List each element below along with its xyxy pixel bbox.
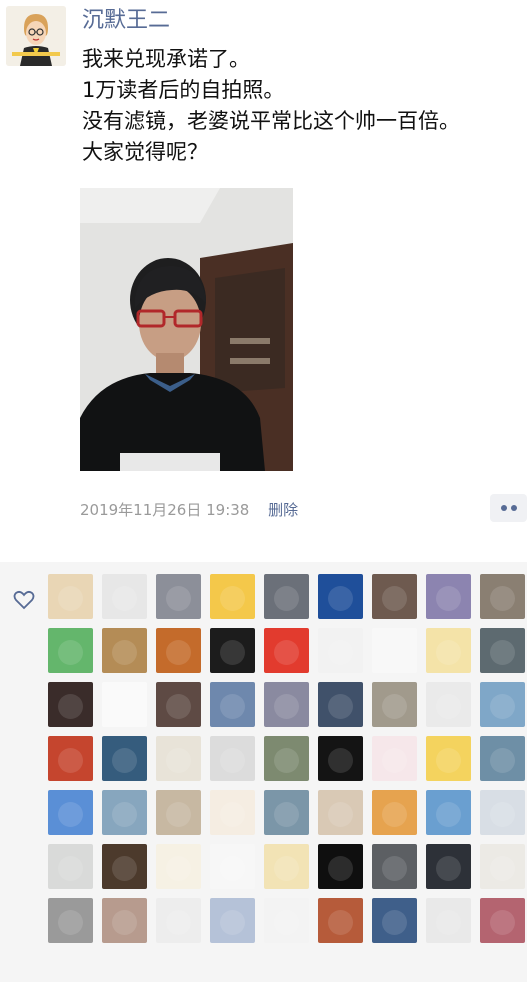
liker-avatar[interactable]	[264, 574, 309, 619]
liker-avatar[interactable]	[480, 898, 525, 943]
liker-avatar[interactable]	[372, 844, 417, 889]
liker-avatar[interactable]	[102, 844, 147, 889]
dot-icon	[511, 505, 517, 511]
post-line: 没有滤镜，老婆说平常比这个帅一百倍。	[82, 109, 460, 133]
cartoon-avatar-icon	[6, 6, 66, 66]
heart-outline-icon	[13, 590, 35, 610]
liker-avatar[interactable]	[318, 844, 363, 889]
delete-link[interactable]: 删除	[268, 501, 298, 519]
liker-avatar[interactable]	[210, 844, 255, 889]
liker-avatar[interactable]	[102, 574, 147, 619]
liker-avatar[interactable]	[156, 574, 201, 619]
post-meta: 2019年11月26日 19:38 删除	[80, 500, 298, 520]
liker-avatar[interactable]	[210, 736, 255, 781]
liker-avatar[interactable]	[210, 790, 255, 835]
post-line: 我来兑现承诺了。	[82, 47, 250, 71]
liker-avatar[interactable]	[318, 736, 363, 781]
more-actions-button[interactable]	[490, 494, 527, 522]
liker-avatar[interactable]	[264, 898, 309, 943]
liker-avatar[interactable]	[102, 682, 147, 727]
liker-avatar[interactable]	[156, 790, 201, 835]
post-line: 1万读者后的自拍照。	[82, 78, 285, 102]
liker-avatar[interactable]	[426, 736, 471, 781]
author-name[interactable]: 沉默王二	[82, 6, 170, 36]
liker-avatar[interactable]	[48, 898, 93, 943]
liker-avatar[interactable]	[426, 790, 471, 835]
liker-avatar[interactable]	[480, 844, 525, 889]
liker-avatar[interactable]	[372, 682, 417, 727]
liker-avatar[interactable]	[426, 574, 471, 619]
liker-avatar[interactable]	[318, 682, 363, 727]
liker-avatar[interactable]	[156, 682, 201, 727]
liker-avatar[interactable]	[480, 736, 525, 781]
post-timestamp: 2019年11月26日 19:38	[80, 501, 250, 519]
liker-avatar[interactable]	[318, 790, 363, 835]
liker-avatar[interactable]	[48, 790, 93, 835]
dot-icon	[501, 505, 507, 511]
liker-avatar[interactable]	[102, 628, 147, 673]
liker-avatar[interactable]	[264, 628, 309, 673]
liker-avatar[interactable]	[48, 628, 93, 673]
liker-avatar[interactable]	[156, 898, 201, 943]
liker-avatar[interactable]	[318, 574, 363, 619]
liker-avatar[interactable]	[480, 682, 525, 727]
liker-avatar[interactable]	[426, 844, 471, 889]
liker-avatar[interactable]	[264, 736, 309, 781]
liker-avatar[interactable]	[210, 574, 255, 619]
liker-avatar[interactable]	[48, 682, 93, 727]
liker-avatar[interactable]	[48, 736, 93, 781]
liker-avatar[interactable]	[102, 736, 147, 781]
liker-avatar[interactable]	[48, 574, 93, 619]
liker-avatar[interactable]	[102, 898, 147, 943]
post-photo[interactable]	[80, 188, 293, 471]
liker-avatar[interactable]	[480, 790, 525, 835]
post-text: 我来兑现承诺了。 1万读者后的自拍照。 没有滤镜，老婆说平常比这个帅一百倍。 大…	[82, 44, 522, 168]
post-line: 大家觉得呢？	[82, 140, 208, 164]
liker-avatar[interactable]	[372, 790, 417, 835]
liker-avatar[interactable]	[264, 844, 309, 889]
liker-avatar[interactable]	[372, 736, 417, 781]
liker-avatar[interactable]	[156, 736, 201, 781]
liker-avatar[interactable]	[480, 628, 525, 673]
liker-avatar[interactable]	[210, 682, 255, 727]
liker-avatar[interactable]	[318, 628, 363, 673]
liker-avatar[interactable]	[426, 628, 471, 673]
liker-avatar[interactable]	[318, 898, 363, 943]
liker-avatar[interactable]	[102, 790, 147, 835]
liker-avatar[interactable]	[426, 682, 471, 727]
liker-avatar[interactable]	[372, 574, 417, 619]
liker-avatar[interactable]	[210, 628, 255, 673]
liker-avatar[interactable]	[372, 898, 417, 943]
liker-avatar[interactable]	[264, 790, 309, 835]
liker-avatar[interactable]	[426, 898, 471, 943]
selfie-photo-icon	[80, 188, 293, 471]
liker-avatar[interactable]	[156, 628, 201, 673]
liker-avatar[interactable]	[480, 574, 525, 619]
author-avatar[interactable]	[6, 6, 66, 66]
liker-avatar[interactable]	[264, 682, 309, 727]
liker-avatar[interactable]	[372, 628, 417, 673]
liker-avatar[interactable]	[48, 844, 93, 889]
likes-panel	[0, 562, 527, 982]
liker-avatar[interactable]	[210, 898, 255, 943]
liker-avatar[interactable]	[156, 844, 201, 889]
